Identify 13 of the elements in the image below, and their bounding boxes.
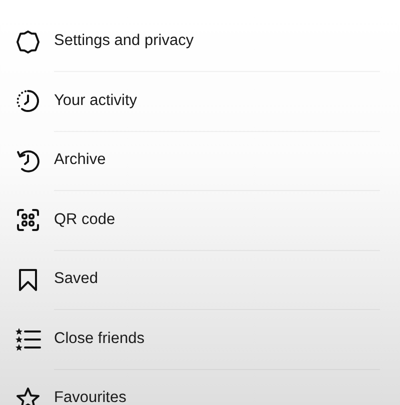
menu-item[interactable]: Close friends	[0, 310, 400, 369]
qr-code-icon	[15, 207, 41, 234]
menu-item[interactable]: Settings and privacy	[0, 12, 400, 72]
star-icon	[15, 386, 41, 405]
clock-icon	[15, 88, 41, 114]
menu-item[interactable]: Your activity	[0, 72, 400, 131]
history-icon	[15, 148, 41, 174]
settings-icon	[15, 28, 41, 55]
menu-item[interactable]: Favourites	[0, 369, 400, 405]
menu-item[interactable]: QR code	[0, 190, 400, 250]
menu-item[interactable]: Saved	[0, 250, 400, 310]
menu-item[interactable]: Archive	[0, 131, 400, 190]
starred-list-icon	[15, 326, 41, 352]
